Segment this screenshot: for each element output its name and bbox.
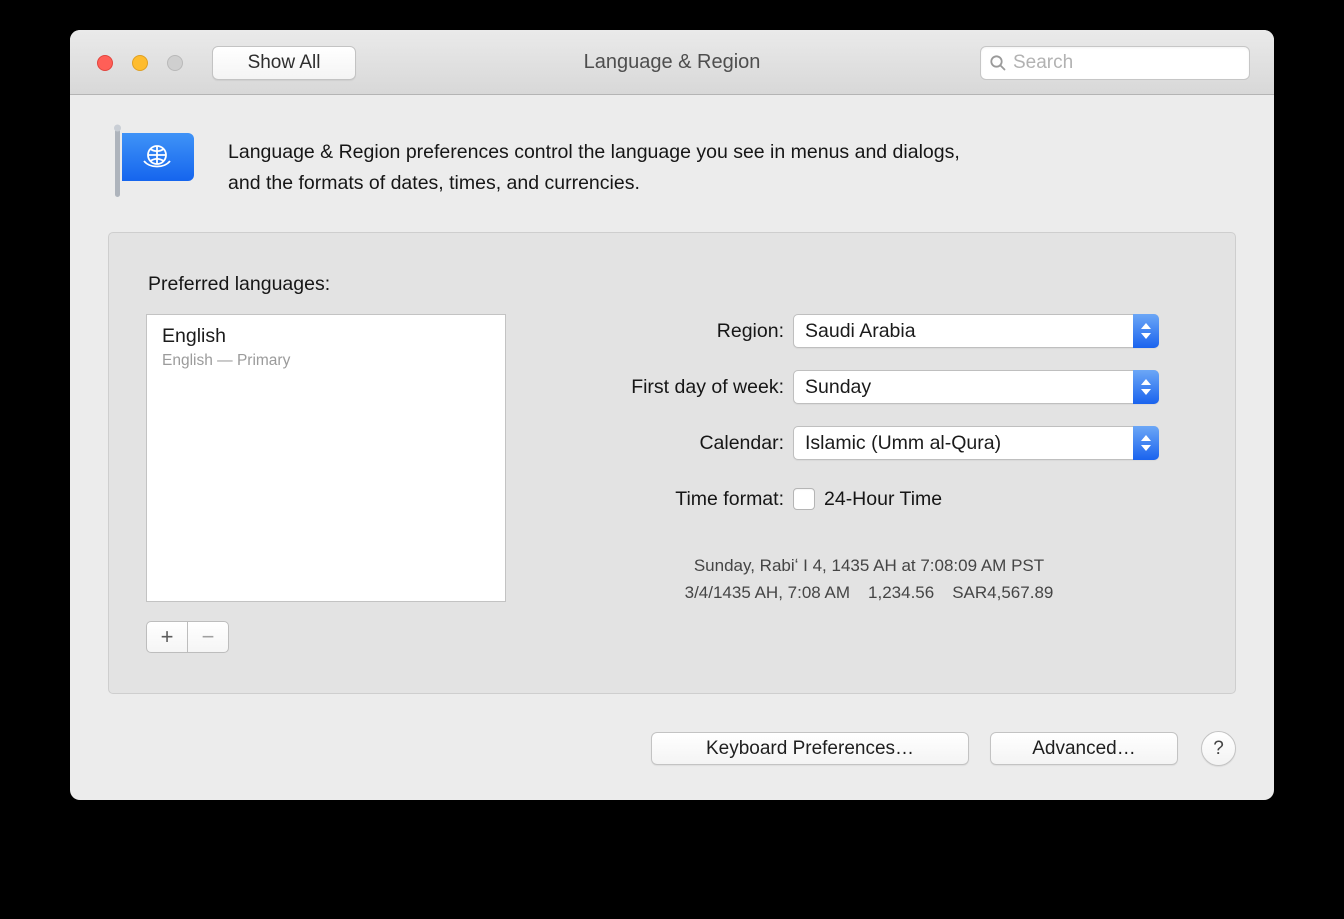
un-flag-icon xyxy=(110,123,202,201)
time-format-label: Time format: xyxy=(109,488,784,511)
search-field[interactable] xyxy=(980,46,1250,80)
titlebar: Language & Region Show All xyxy=(70,30,1274,95)
24-hour-time-label[interactable]: 24-Hour Time xyxy=(824,488,942,511)
region-value: Saudi Arabia xyxy=(794,320,916,343)
traffic-lights xyxy=(97,55,183,71)
format-preview: Sunday, Rabiʻ I 4, 1435 AH at 7:08:09 AM… xyxy=(539,552,1199,606)
time-format-row: Time format: 24-Hour Time xyxy=(109,485,1235,513)
preferences-window: Language & Region Show All xyxy=(70,30,1274,800)
popup-stepper-icon xyxy=(1133,314,1159,348)
search-icon xyxy=(989,54,1007,72)
preview-line-1: Sunday, Rabiʻ I 4, 1435 AH at 7:08:09 AM… xyxy=(539,552,1199,579)
calendar-value: Islamic (Umm al-Qura) xyxy=(794,432,1001,455)
language-list-controls: + − xyxy=(146,621,229,653)
language-detail: English — Primary xyxy=(162,352,490,370)
preview-line-2: 3/4/1435 AH, 7:08 AM 1,234.56 SAR4,567.89 xyxy=(539,579,1199,606)
advanced-button[interactable]: Advanced… xyxy=(990,732,1178,765)
search-input[interactable] xyxy=(1013,52,1241,74)
zoom-button[interactable] xyxy=(167,55,183,71)
popup-stepper-icon xyxy=(1133,426,1159,460)
preferred-languages-label: Preferred languages: xyxy=(148,273,330,296)
region-row: Region: Saudi Arabia xyxy=(109,314,1235,348)
first-day-row: First day of week: Sunday xyxy=(109,370,1235,404)
region-label: Region: xyxy=(109,320,784,343)
add-language-button[interactable]: + xyxy=(146,621,188,653)
minimize-button[interactable] xyxy=(132,55,148,71)
settings-panel: Preferred languages: English English — P… xyxy=(108,232,1236,694)
show-all-button[interactable]: Show All xyxy=(212,46,356,80)
header-description: Language & Region preferences control th… xyxy=(228,137,960,199)
first-day-select[interactable]: Sunday xyxy=(793,370,1159,404)
remove-language-button[interactable]: − xyxy=(187,621,229,653)
calendar-label: Calendar: xyxy=(109,432,784,455)
first-day-value: Sunday xyxy=(794,376,871,399)
header-section: Language & Region preferences control th… xyxy=(70,95,1274,232)
popup-stepper-icon xyxy=(1133,370,1159,404)
region-select[interactable]: Saudi Arabia xyxy=(793,314,1159,348)
calendar-row: Calendar: Islamic (Umm al-Qura) xyxy=(109,426,1235,460)
preview-currency: SAR4,567.89 xyxy=(952,583,1053,602)
calendar-select[interactable]: Islamic (Umm al-Qura) xyxy=(793,426,1159,460)
description-line-2: and the formats of dates, times, and cur… xyxy=(228,168,960,199)
description-line-1: Language & Region preferences control th… xyxy=(228,137,960,168)
keyboard-preferences-button[interactable]: Keyboard Preferences… xyxy=(651,732,969,765)
preview-datetime: 3/4/1435 AH, 7:08 AM xyxy=(685,583,850,602)
close-button[interactable] xyxy=(97,55,113,71)
24-hour-time-checkbox[interactable] xyxy=(793,488,815,510)
help-button[interactable]: ? xyxy=(1201,731,1236,766)
first-day-label: First day of week: xyxy=(109,376,784,399)
preview-number: 1,234.56 xyxy=(868,579,934,606)
